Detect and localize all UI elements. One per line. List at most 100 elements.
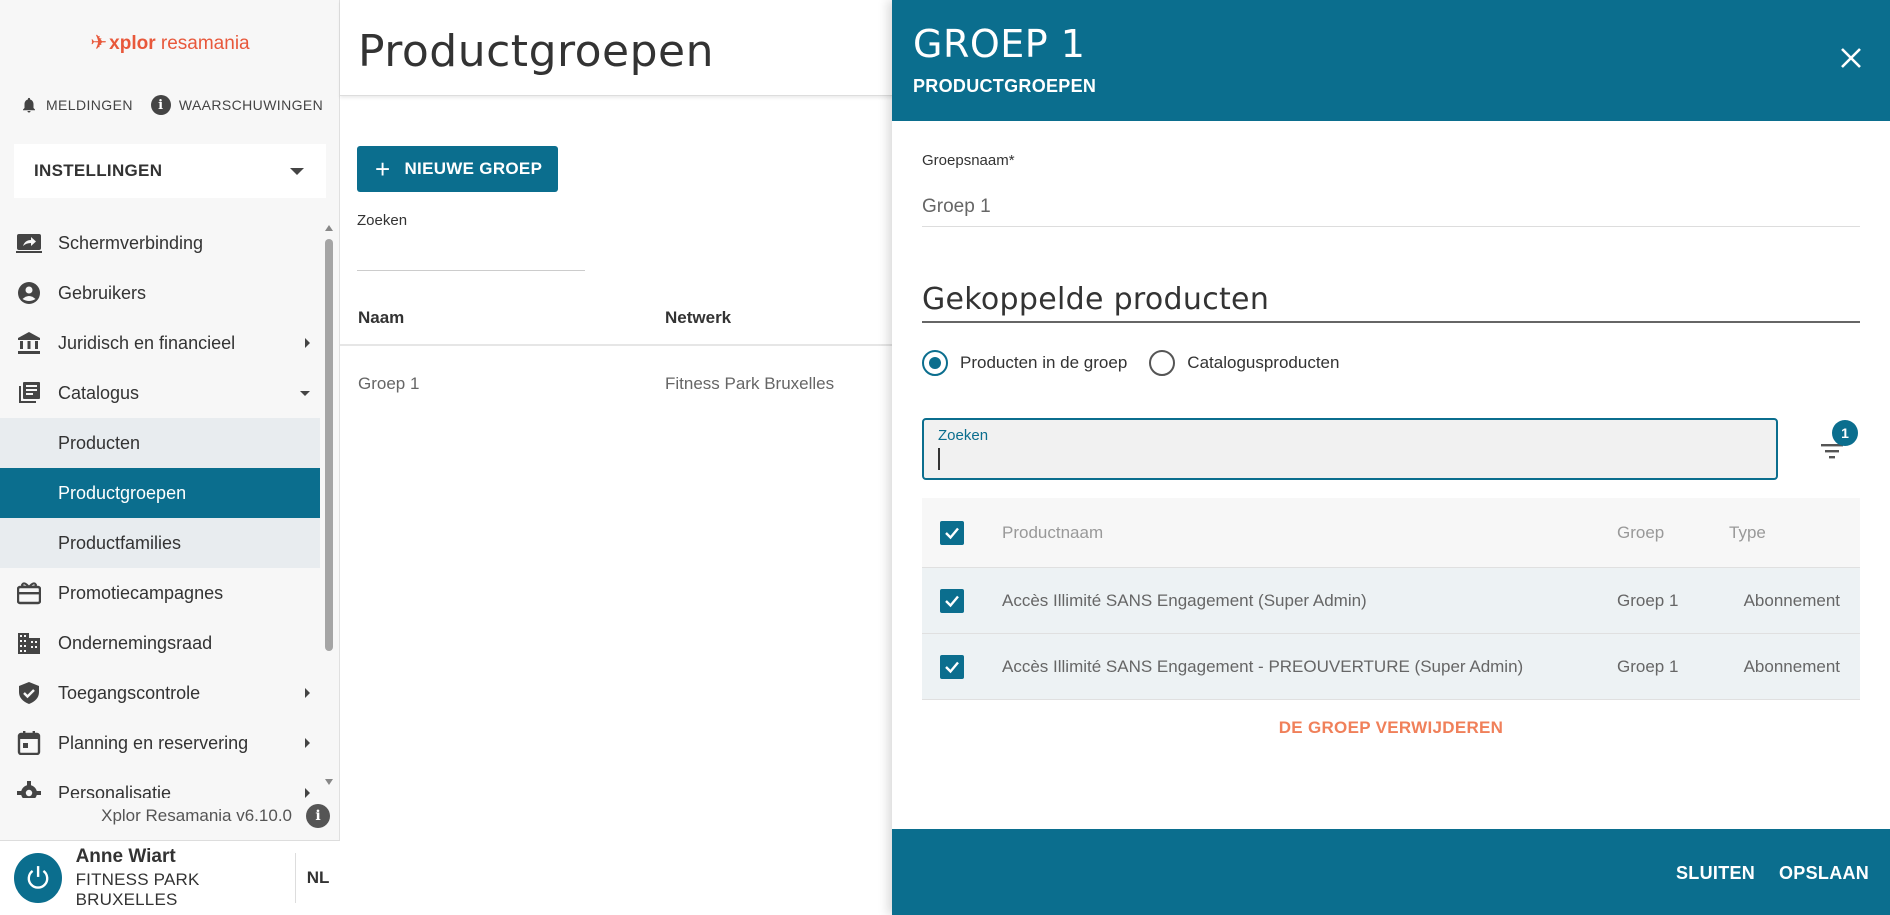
column-header-naam[interactable]: Naam xyxy=(358,308,404,328)
delete-group-button[interactable]: DE GROEP VERWIJDEREN xyxy=(892,718,1890,738)
table-row[interactable]: Accès Illimité SANS Engagement - PREOUVE… xyxy=(922,634,1860,700)
plus-icon: + xyxy=(375,154,391,184)
scrollbar-thumb[interactable] xyxy=(325,239,333,651)
logout-button[interactable] xyxy=(14,853,62,903)
rocket-icon: ✈ xyxy=(90,32,108,54)
product-name: Accès Illimité SANS Engagement - PREOUVE… xyxy=(1002,657,1524,676)
sidebar-item-label: Gebruikers xyxy=(58,282,147,303)
sidebar-item-producten[interactable]: Producten xyxy=(0,418,320,468)
sidebar-nav: Schermverbinding Gebruikers Juridisch en… xyxy=(0,218,320,798)
group-name-label: Groepsnaam* xyxy=(922,152,1015,169)
close-button[interactable]: SLUITEN xyxy=(1676,863,1755,884)
xplor-resamania-logo[interactable]: ✈ xplor resamania xyxy=(0,30,340,55)
warnings-label: WAARSCHUWINGEN xyxy=(178,97,324,113)
sidebar-item-label: Schermverbinding xyxy=(58,232,204,253)
sidebar-item-juridisch[interactable]: Juridisch en financieel xyxy=(0,318,320,368)
section-select[interactable]: INSTELLINGEN xyxy=(14,144,326,198)
product-type: Abonnement xyxy=(1743,657,1840,676)
sidebar-item-label: Promotiecampagnes xyxy=(58,582,224,603)
check-icon xyxy=(945,661,959,674)
input-underline xyxy=(922,226,1860,227)
filter-button[interactable]: 1 xyxy=(1812,420,1858,470)
column-header-type[interactable]: Type xyxy=(1729,523,1766,543)
column-header-netwerk[interactable]: Netwerk xyxy=(665,308,731,328)
info-icon[interactable]: i xyxy=(306,804,330,828)
sidebar-item-ondernemingsraad[interactable]: Ondernemingsraad xyxy=(0,618,320,668)
chevron-right-icon xyxy=(305,788,310,798)
version-bar: Xplor Resamania v6.10.0 i xyxy=(0,802,340,830)
sidebar-item-planning[interactable]: Planning en reservering xyxy=(0,718,320,768)
table-row[interactable]: Groep 1 Fitness Park Bruxelles xyxy=(340,360,900,410)
radio-label: Catalogusproducten xyxy=(1187,353,1340,372)
sidebar-item-toegangscontrole[interactable]: Toegangscontrole xyxy=(0,668,320,718)
notifications-button[interactable]: MELDINGEN xyxy=(20,96,143,114)
scroll-up-icon[interactable] xyxy=(325,225,333,231)
sidebar-item-productgroepen[interactable]: Productgroepen xyxy=(0,468,320,518)
product-search-input[interactable]: Zoeken xyxy=(922,418,1778,480)
close-icon[interactable] xyxy=(1840,47,1862,69)
account-circle-icon xyxy=(16,280,42,306)
radio-products-in-group[interactable]: Producten in de groep xyxy=(922,350,1127,376)
library-books-icon xyxy=(16,380,42,406)
user-club: FITNESS PARK BRUXELLES xyxy=(75,870,200,909)
notifications-label: MELDINGEN xyxy=(46,97,133,113)
sidebar-item-schermverbinding[interactable]: Schermverbinding xyxy=(0,218,320,268)
radio-catalog-products[interactable]: Catalogusproducten xyxy=(1149,350,1339,376)
bank-icon xyxy=(16,330,42,356)
chevron-right-icon xyxy=(305,688,310,698)
product-group: Groep 1 xyxy=(1617,657,1679,676)
sidebar-item-label: Ondernemingsraad xyxy=(58,632,213,653)
row-checkbox[interactable] xyxy=(940,655,964,679)
sidebar-item-label: Personalisatie xyxy=(58,782,172,799)
sidebar-item-label: Catalogus xyxy=(58,382,140,403)
sidebar-item-gebruikers[interactable]: Gebruikers xyxy=(0,268,320,318)
sidebar-item-catalogus[interactable]: Catalogus xyxy=(0,368,320,418)
drawer-footer: SLUITEN OPSLAAN xyxy=(892,829,1890,915)
card-giftcard-icon xyxy=(16,580,42,606)
group-name-input[interactable]: Groep 1 xyxy=(922,196,991,218)
sidebar-item-promotiecampagnes[interactable]: Promotiecampagnes xyxy=(0,568,320,618)
sidebar-item-label: Productgroepen xyxy=(58,482,187,503)
power-icon xyxy=(27,866,49,889)
row-name: Groep 1 xyxy=(358,374,420,393)
sidebar-item-label: Planning en reservering xyxy=(58,732,249,753)
user-info: Anne Wiart FITNESS PARK BRUXELLES xyxy=(76,846,296,910)
product-scope-radio-group: Producten in de groep Catalogusproducten xyxy=(922,350,1361,376)
column-header-groep[interactable]: Groep xyxy=(1617,523,1664,543)
main-search-input[interactable] xyxy=(357,270,585,271)
save-button[interactable]: OPSLAAN xyxy=(1779,863,1869,884)
new-group-label: NIEUWE GROEP xyxy=(404,159,543,178)
table-row[interactable]: Accès Illimité SANS Engagement (Super Ad… xyxy=(922,568,1860,634)
drawer-title: GROEP 1 xyxy=(913,22,1086,66)
new-group-button[interactable]: + NIEUWE GROEP xyxy=(357,146,558,192)
drawer-header: GROEP 1 PRODUCTGROEPEN xyxy=(892,0,1890,121)
products-table: Productnaam Groep Type Accès Illimité SA… xyxy=(922,498,1860,700)
select-all-checkbox[interactable] xyxy=(940,521,964,545)
sidebar-item-productfamilies[interactable]: Productfamilies xyxy=(0,518,320,568)
bell-icon xyxy=(23,97,35,113)
warnings-button[interactable]: i WAARSCHUWINGEN xyxy=(150,95,333,115)
language-switch[interactable]: NL xyxy=(296,868,340,888)
row-network: Fitness Park Bruxelles xyxy=(665,374,835,393)
sidebar: ✈ xplor resamania MELDINGEN i WAARSCHUWIN… xyxy=(0,0,340,915)
scroll-down-icon[interactable] xyxy=(325,779,333,785)
sidebar-item-label: Producten xyxy=(58,432,141,453)
chevron-down-icon xyxy=(300,390,310,396)
product-group: Groep 1 xyxy=(1617,591,1679,610)
chevron-right-icon xyxy=(305,738,310,748)
text-cursor xyxy=(938,448,940,470)
drawer-subtitle: PRODUCTGROEPEN xyxy=(913,76,1097,96)
info-icon: i xyxy=(150,95,171,115)
row-checkbox[interactable] xyxy=(940,589,964,613)
main-header: Productgroepen xyxy=(340,0,900,96)
calendar-icon xyxy=(16,730,42,756)
column-header-productnaam[interactable]: Productnaam xyxy=(1002,523,1103,543)
product-type: Abonnement xyxy=(1743,591,1840,610)
sidebar-item-personalisatie[interactable]: Personalisatie xyxy=(0,768,320,798)
sidebar-scrollbar[interactable] xyxy=(325,225,333,785)
main-search-label: Zoeken xyxy=(357,212,408,229)
sidebar-item-label: Productfamilies xyxy=(58,532,182,553)
screen-share-icon xyxy=(16,230,42,256)
domain-icon xyxy=(16,630,42,656)
alerts-bar: MELDINGEN i WAARSCHUWINGEN xyxy=(20,90,323,120)
